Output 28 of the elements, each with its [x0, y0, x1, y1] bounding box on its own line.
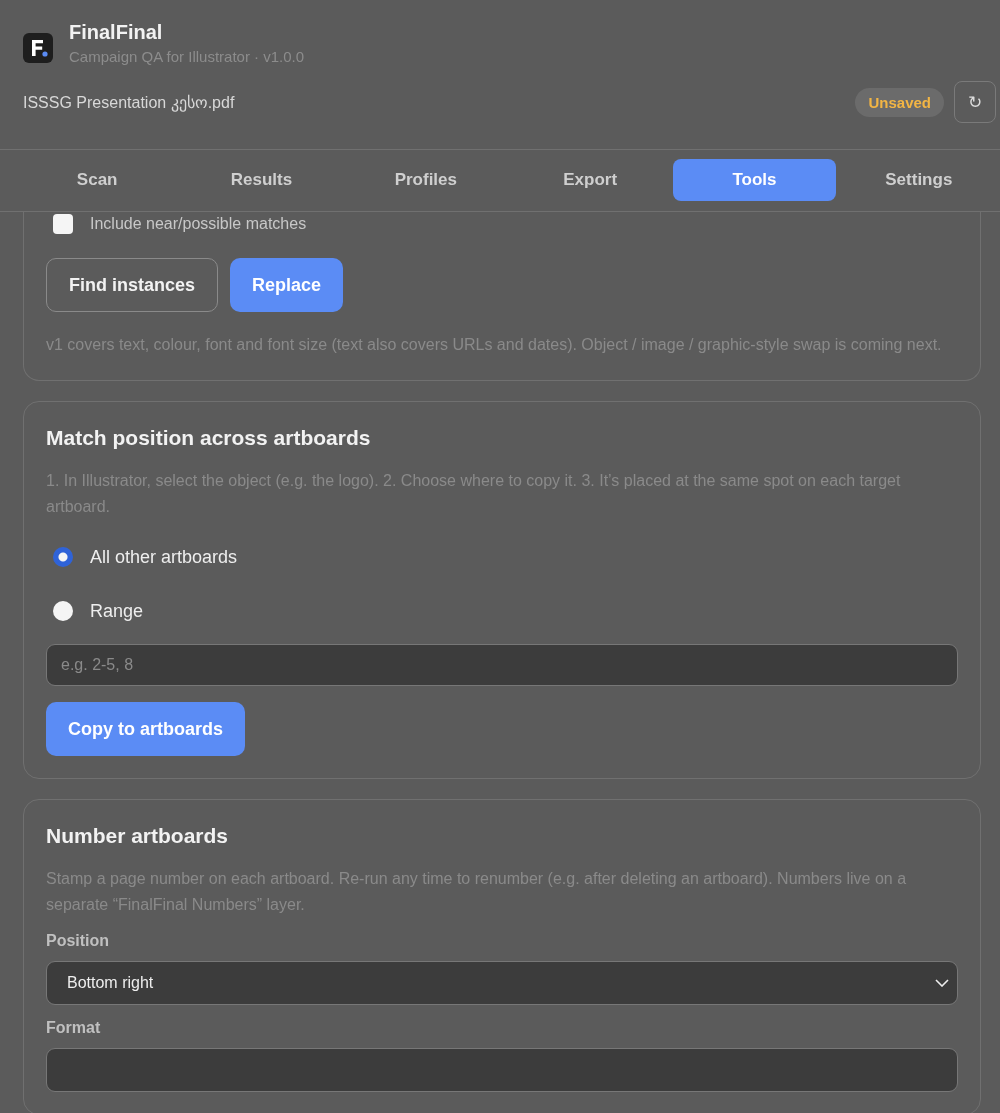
find-button[interactable]: Find instances	[46, 258, 219, 312]
radio-button[interactable]	[53, 547, 73, 567]
field-label: Position	[46, 932, 111, 950]
app-title: FinalFinal	[69, 20, 164, 45]
format-dropdown[interactable]	[46, 1048, 958, 1092]
tab[interactable]: Tools	[673, 159, 836, 201]
field-label: Format	[46, 1019, 102, 1037]
section-title: Match position across artboards	[46, 426, 372, 450]
radio-label: Range	[90, 600, 144, 622]
tab[interactable]: Export	[509, 159, 672, 201]
app-logo-icon	[23, 33, 53, 63]
section-title: Number artboards	[46, 824, 230, 848]
range-input-field[interactable]: e.g. 2-5, 8	[46, 644, 958, 686]
chevron-down-icon	[935, 979, 949, 987]
copy-button[interactable]: Copy to artboards	[46, 702, 245, 756]
radio-button[interactable]	[53, 601, 73, 621]
tab[interactable]: Settings	[837, 159, 1000, 201]
radio-label: All other artboards	[90, 546, 238, 568]
tab[interactable]: Results	[180, 159, 343, 201]
document-name: ISSSG Presentation კესო.pdf	[23, 92, 236, 112]
refresh-button[interactable]: ↻	[954, 81, 996, 123]
position-dropdown[interactable]: Bottom right	[46, 961, 958, 1005]
replace-button[interactable]: Replace	[230, 258, 344, 312]
status-badge: Unsaved	[855, 87, 944, 117]
checkbox[interactable]	[53, 214, 73, 234]
tab[interactable]: Scan	[16, 159, 179, 201]
checkbox-label: Include near/possible matches	[90, 215, 307, 233]
tab[interactable]: Profiles	[344, 159, 507, 201]
